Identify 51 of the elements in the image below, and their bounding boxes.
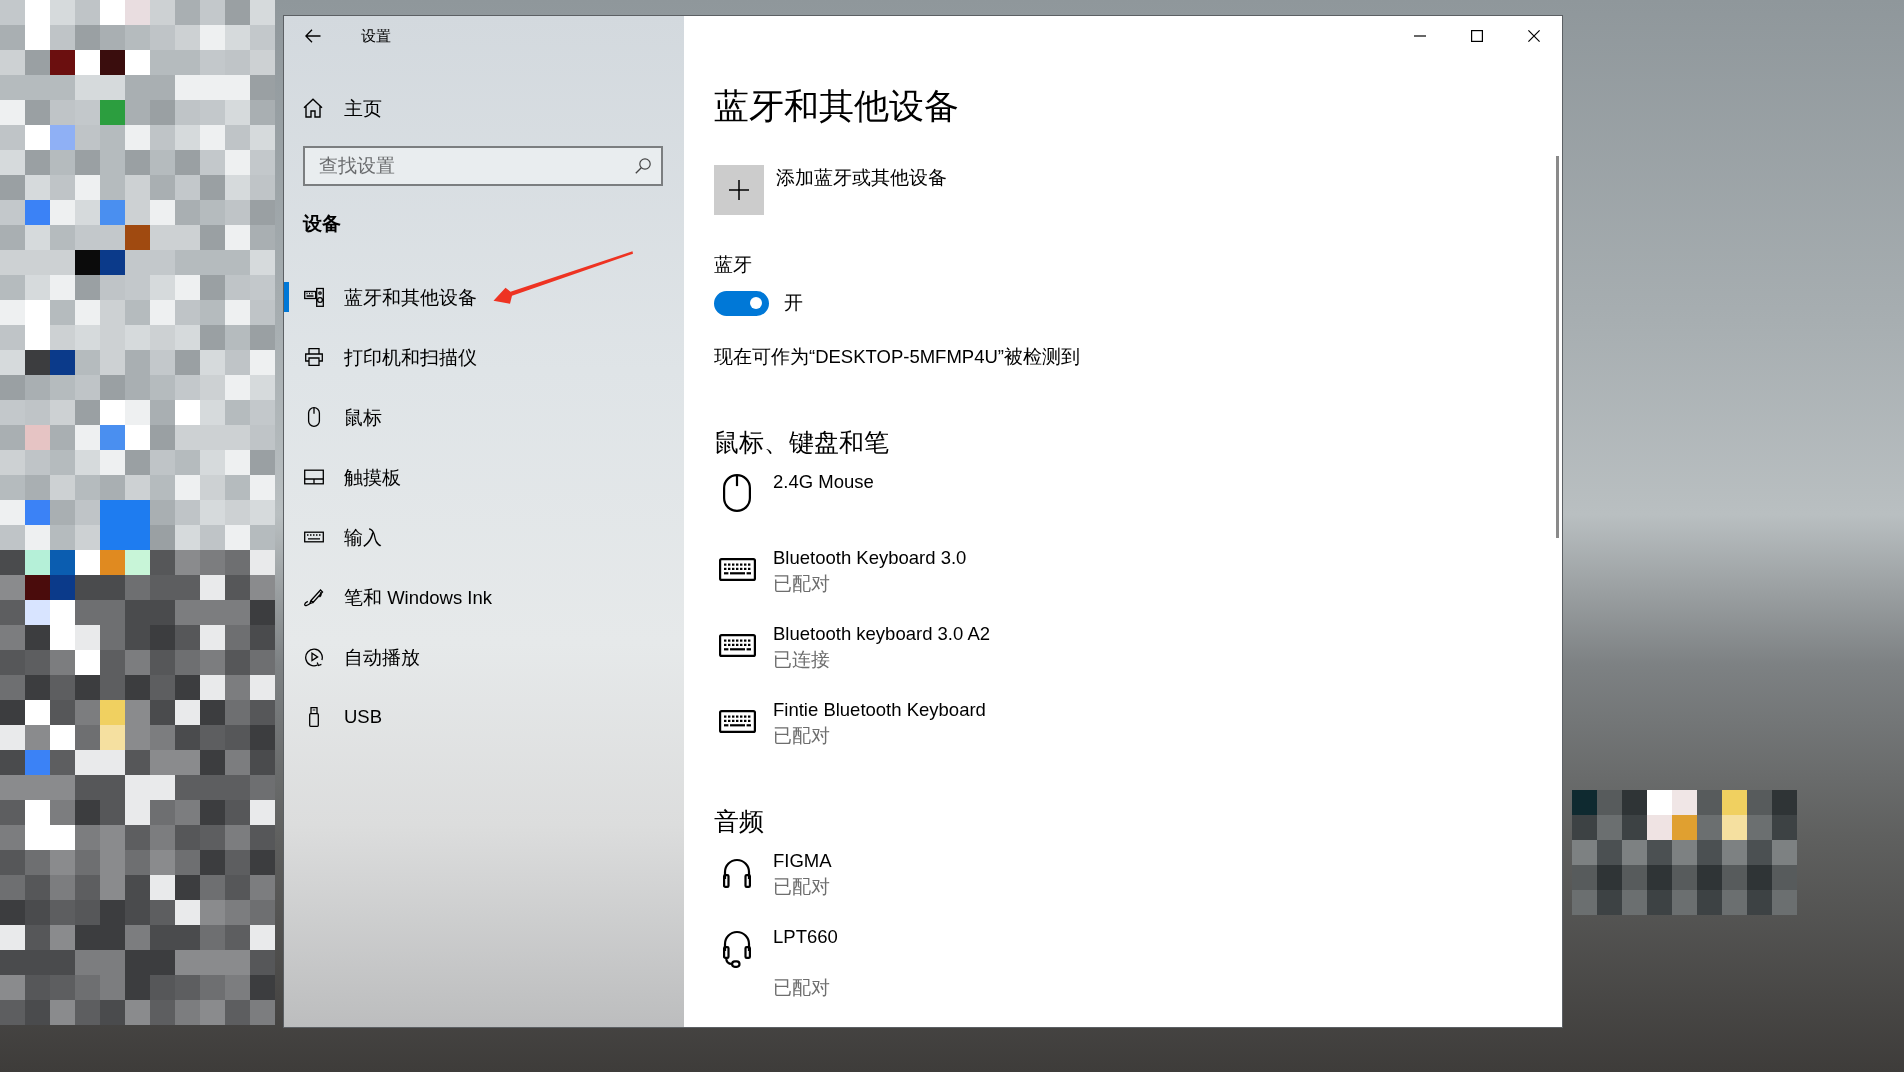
section-heading: 鼠标、键盘和笔 (714, 427, 889, 458)
device-name[interactable]: 2.4G Mouse (773, 469, 874, 495)
keyboard-icon (718, 557, 756, 581)
page-title: 蓝牙和其他设备 (714, 85, 959, 127)
device-name[interactable]: FIGMA (773, 848, 832, 874)
back-arrow-icon (305, 29, 321, 43)
device-status: 已配对 (773, 724, 830, 748)
section-heading: 设备 (303, 212, 341, 236)
plus-icon (714, 165, 764, 215)
sidebar-item[interactable]: USB (284, 687, 684, 747)
device-name[interactable]: Bluetooth Keyboard 3.0 (773, 545, 967, 571)
home-icon (303, 98, 323, 118)
device-status: 已配对 (773, 572, 830, 596)
scrollbar-thumb[interactable] (1556, 156, 1559, 538)
toggle-state-text: 开 (784, 291, 803, 315)
close-icon (1527, 30, 1540, 42)
keyboard-icon (718, 633, 756, 657)
status-text: 现在可作为“DESKTOP-5MFMP4U”被检测到 (714, 345, 1080, 369)
section-heading: 音频 (714, 806, 764, 837)
keyboard-icon (718, 709, 756, 733)
play-circle-icon (304, 647, 324, 667)
device-name[interactable]: Fintie Bluetooth Keyboard (773, 697, 986, 723)
keyboard-speaker-icon (304, 287, 324, 307)
home-link[interactable]: 主页 (303, 84, 382, 132)
headset-icon (722, 928, 752, 968)
mouse-icon (723, 474, 751, 512)
printer-icon (304, 347, 324, 367)
setting-label: 蓝牙 (714, 253, 752, 277)
sidebar-item[interactable]: 打印机和扫描仪 (284, 327, 684, 387)
toggle-switch[interactable] (714, 290, 769, 316)
search-icon[interactable] (635, 158, 651, 174)
sidebar-item[interactable]: 触摸板 (284, 447, 684, 507)
sidebar-item[interactable]: 自动播放 (284, 627, 684, 687)
device-name[interactable]: Bluetooth keyboard 3.0 A2 (773, 621, 991, 647)
device-status: 已连接 (773, 648, 830, 672)
device-status: 已配对 (773, 875, 830, 899)
device-status: 已配对 (773, 976, 830, 1000)
sidebar-item[interactable]: 输入 (284, 507, 684, 567)
sidebar-item[interactable]: 笔和 Windows Ink (284, 567, 684, 627)
sidebar-item[interactable]: 蓝牙和其他设备 (284, 267, 684, 327)
headphones-icon (722, 856, 752, 888)
sidebar-item[interactable]: 鼠标 (284, 387, 684, 447)
device-name[interactable]: LPT660 (773, 924, 838, 950)
maximize-icon (1470, 30, 1483, 42)
search-field[interactable]: 查找设置 (303, 146, 663, 186)
selection-indicator (284, 282, 289, 312)
window-title: 设置 (361, 26, 391, 46)
minimize-icon (1413, 35, 1426, 37)
pen-icon (304, 587, 324, 607)
touchpad-icon (304, 467, 324, 487)
add-device-button[interactable]: 添加蓝牙或其他设备 (714, 165, 947, 215)
